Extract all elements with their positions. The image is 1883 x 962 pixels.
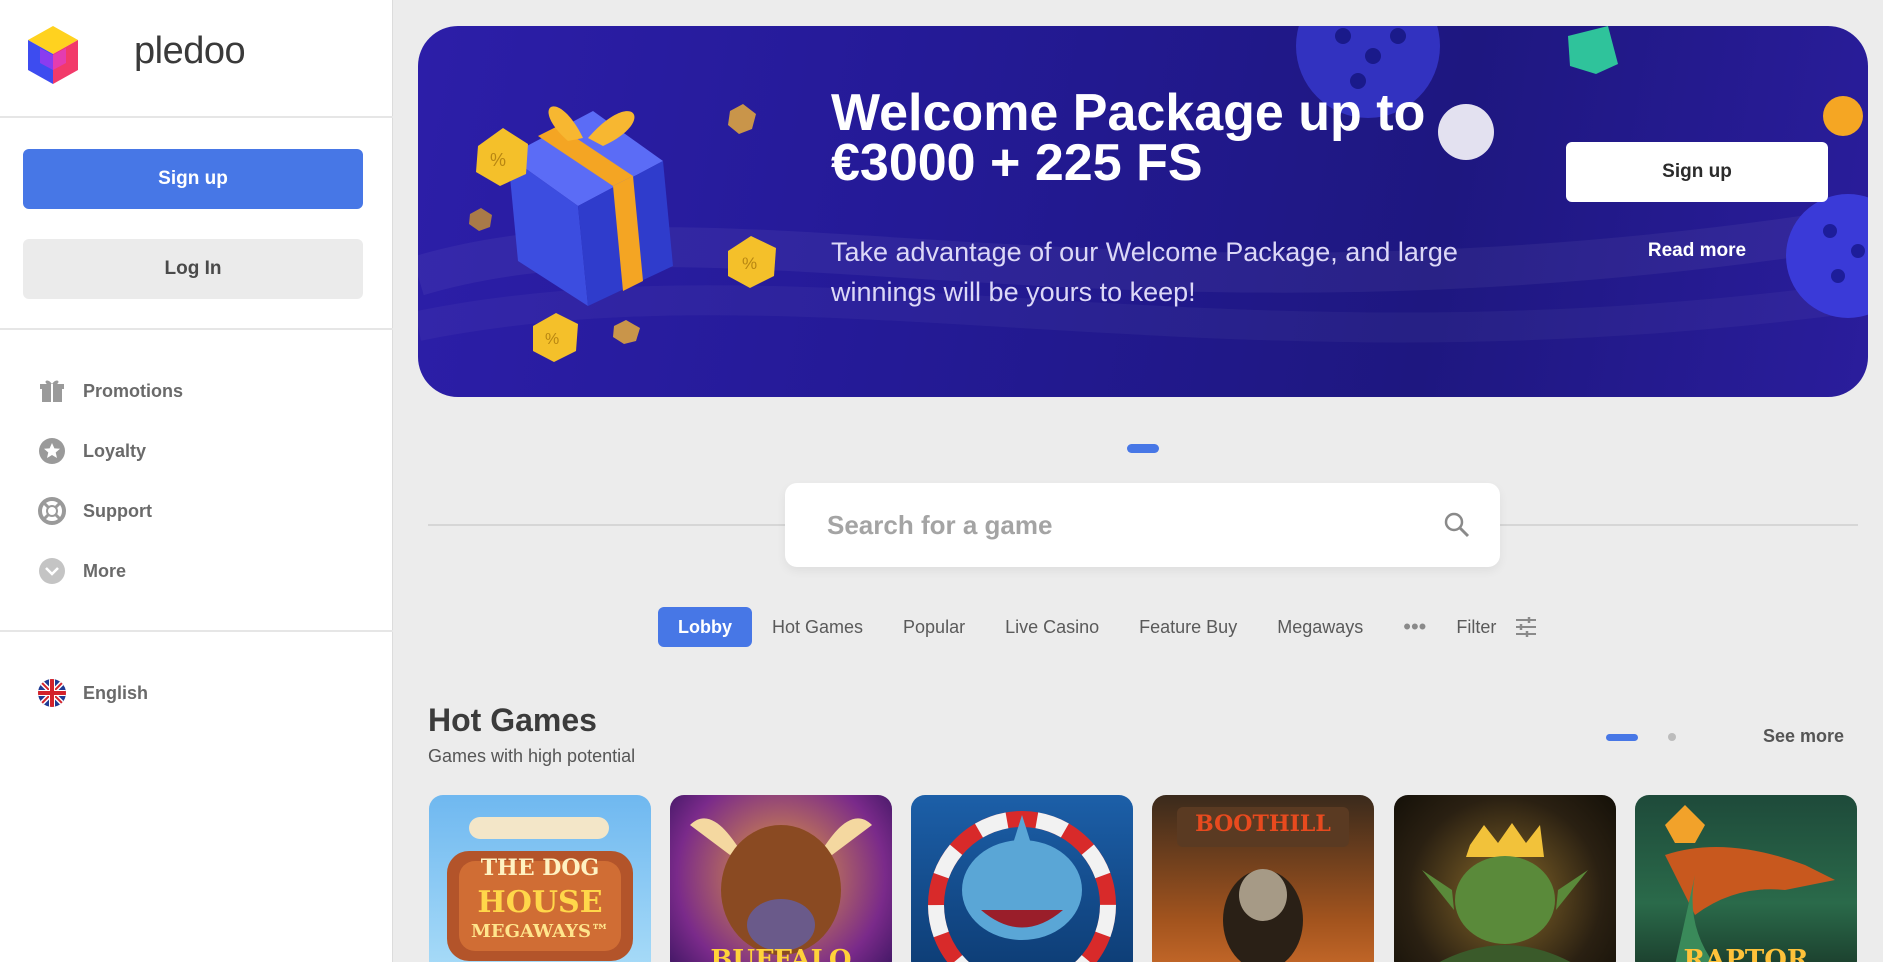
search-box[interactable] [785, 483, 1500, 567]
see-more-link[interactable]: See more [1763, 726, 1844, 747]
game-title-line: BOOTHILL [1195, 811, 1331, 837]
more-tabs-button[interactable]: ••• [1383, 614, 1446, 640]
section-title: Hot Games [428, 702, 597, 738]
brand-name[interactable]: pledoo [134, 30, 246, 73]
gift-box-icon [508, 106, 673, 306]
game-title-line: BUFFALO [710, 945, 852, 962]
sidebar-divider [0, 328, 393, 330]
tab-feature-buy[interactable]: Feature Buy [1119, 607, 1257, 647]
sidebar-signup-button[interactable]: Sign up [23, 149, 363, 209]
tab-lobby[interactable]: Lobby [658, 607, 752, 647]
sidebar-item-more[interactable]: More [38, 555, 126, 587]
gift-icon [38, 377, 66, 405]
tab-popular[interactable]: Popular [883, 607, 985, 647]
game-card-boothill[interactable]: BOOTHILL [1152, 795, 1374, 962]
pledoo-logo-icon[interactable] [26, 24, 80, 86]
game-card-shark[interactable] [911, 795, 1133, 962]
welcome-banner[interactable]: % % % Welcome Package up to €3000 + 225 … [418, 26, 1868, 397]
game-card-raptor[interactable]: RAPTOR [1635, 795, 1857, 962]
game-artwork [1665, 805, 1835, 962]
sidebar-item-label: Support [83, 500, 152, 521]
game-title-line: RAPTOR [1683, 945, 1809, 962]
banner-read-more-link[interactable]: Read more [1566, 240, 1828, 262]
banner-subtitle: Take advantage of our Welcome Package, a… [831, 237, 1458, 307]
filter-button[interactable]: Filter [1446, 615, 1538, 639]
banner-signup-button[interactable]: Sign up [1566, 142, 1828, 202]
game-card-buffalo[interactable]: BUFFALO [670, 795, 892, 962]
language-selector[interactable]: English [38, 677, 148, 709]
game-artwork [690, 818, 872, 955]
sidebar: pledoo Sign up Log In Promotions Loyalty… [0, 0, 393, 962]
sidebar-login-button[interactable]: Log In [23, 239, 363, 299]
game-category-tabs: Lobby Hot Games Popular Live Casino Feat… [658, 607, 1538, 647]
banner-pager-dot[interactable] [1127, 444, 1159, 453]
svg-text:%: % [545, 331, 559, 348]
filter-label: Filter [1456, 616, 1497, 637]
game-title-line: HOUSE [477, 885, 603, 920]
tab-live-casino[interactable]: Live Casino [985, 607, 1119, 647]
chevron-down-icon [38, 557, 66, 585]
search-input[interactable] [827, 505, 1387, 545]
search-icon[interactable] [1443, 511, 1471, 539]
svg-text:%: % [490, 150, 506, 170]
game-title-line: MEGAWAYS™ [470, 921, 610, 942]
sidebar-item-loyalty[interactable]: Loyalty [38, 435, 146, 467]
sidebar-item-promotions[interactable]: Promotions [38, 375, 183, 407]
game-card-dog-house-megaways[interactable]: THE DOG HOUSE MEGAWAYS™ [429, 795, 651, 962]
star-icon [38, 437, 66, 465]
svg-text:%: % [742, 254, 757, 273]
banner-artwork: % % % [418, 26, 1868, 362]
sidebar-divider [0, 630, 393, 632]
sidebar-item-label: Promotions [83, 380, 184, 401]
banner-title: Welcome Package up to €3000 + 225 FS [831, 84, 1426, 192]
carousel-dot[interactable] [1668, 733, 1676, 741]
section-subtitle: Games with high potential [428, 746, 636, 766]
sliders-icon [1516, 617, 1537, 637]
tab-hot-games[interactable]: Hot Games [752, 607, 883, 647]
sidebar-item-support[interactable]: Support [38, 495, 152, 527]
sidebar-divider [0, 116, 393, 118]
uk-flag-icon [38, 679, 66, 707]
game-artwork [1422, 823, 1588, 962]
tab-megaways[interactable]: Megaways [1257, 607, 1383, 647]
carousel-dot-active[interactable] [1606, 734, 1638, 741]
sidebar-item-label: More [83, 560, 127, 581]
game-title-line: THE DOG [480, 855, 600, 881]
lifebuoy-icon [38, 497, 66, 525]
game-artwork [928, 811, 1116, 962]
language-label: English [83, 682, 149, 703]
game-card-goblin-king[interactable] [1394, 795, 1616, 962]
sidebar-item-label: Loyalty [83, 440, 147, 461]
